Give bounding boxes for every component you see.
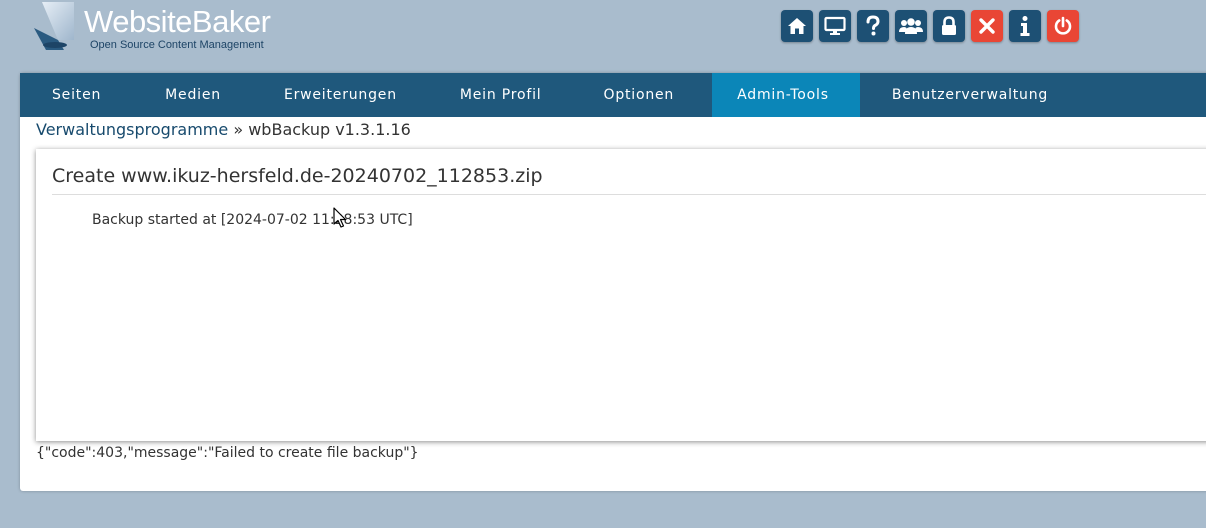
response-message: {"code":403,"message":"Failed to create …	[36, 445, 419, 461]
logo-name: WebsiteBaker	[84, 4, 271, 39]
backup-dialog: Create www.ikuz-hersfeld.de-20240702_112…	[36, 149, 1206, 441]
home-icon	[788, 18, 806, 34]
lock-button[interactable]	[933, 10, 965, 42]
main-nav: Seiten Medien Erweiterungen Mein Profil …	[20, 73, 1206, 117]
dialog-title: Create www.ikuz-hersfeld.de-20240702_112…	[52, 165, 543, 187]
nav-mein-profil[interactable]: Mein Profil	[429, 73, 573, 117]
help-icon	[866, 15, 880, 36]
close-icon	[979, 18, 995, 34]
monitor-icon	[824, 16, 846, 35]
breadcrumb: Verwaltungsprogramme » wbBackup v1.3.1.1…	[36, 120, 411, 139]
info-button[interactable]	[1009, 10, 1041, 42]
power-button[interactable]	[1047, 10, 1079, 42]
nav-optionen[interactable]: Optionen	[573, 73, 713, 117]
power-icon	[1054, 16, 1072, 35]
users-icon	[899, 18, 923, 34]
nav-seiten[interactable]: Seiten	[20, 73, 133, 117]
nav-benutzerverwaltung[interactable]: Benutzerverwaltung	[860, 73, 1080, 117]
dialog-divider	[52, 194, 1206, 195]
breadcrumb-separator: »	[233, 120, 244, 139]
logo-tagline: Open Source Content Management	[90, 39, 264, 51]
info-icon	[1020, 16, 1030, 36]
mouse-pointer-icon	[333, 207, 347, 228]
close-button[interactable]	[971, 10, 1003, 42]
breadcrumb-current: wbBackup v1.3.1.16	[248, 120, 411, 139]
monitor-button[interactable]	[819, 10, 851, 42]
logo-icon	[34, 2, 74, 50]
backup-log-line: Backup started at [2024-07-02 11:28:53 U…	[92, 212, 413, 228]
toolbar	[781, 10, 1079, 42]
nav-medien[interactable]: Medien	[133, 73, 252, 117]
nav-erweiterungen[interactable]: Erweiterungen	[252, 73, 429, 117]
help-button[interactable]	[857, 10, 889, 42]
nav-admin-tools[interactable]: Admin-Tools	[712, 73, 860, 117]
users-button[interactable]	[895, 10, 927, 42]
home-button[interactable]	[781, 10, 813, 42]
logo[interactable]: WebsiteBaker Open Source Content Managem…	[28, 0, 288, 56]
breadcrumb-link[interactable]: Verwaltungsprogramme	[36, 120, 228, 139]
lock-icon	[942, 16, 956, 35]
main-panel: Seiten Medien Erweiterungen Mein Profil …	[20, 73, 1206, 491]
